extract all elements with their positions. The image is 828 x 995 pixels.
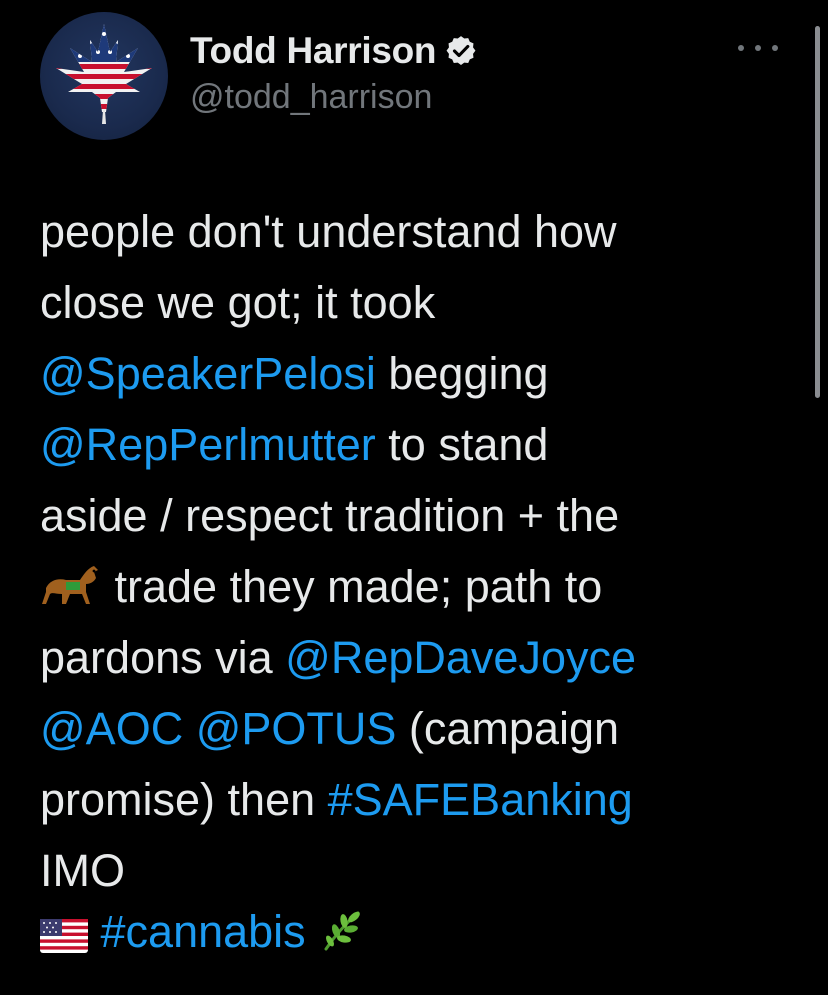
tweet-text-segment: aside / respect tradition + the [40,490,620,541]
more-dot [755,45,761,51]
tweet-line: promise) then #SAFEBanking [40,764,760,835]
tweet-line: pardons via @RepDaveJoyce [40,622,760,693]
tweet-text-segment: IMO [40,845,125,896]
tweet-text-segment: people don't understand how [40,206,617,257]
hashtag-link[interactable]: #SAFEBanking [328,774,633,825]
avatar[interactable] [40,12,168,140]
mention-link[interactable]: @RepPerlmutter [40,419,376,470]
author-handle[interactable]: @todd_harrison [190,78,432,117]
mention-link[interactable]: @AOC [40,703,183,754]
tweet-footer: #cannabis [40,896,364,967]
tweet-text-segment [306,906,319,957]
cannabis-leaf-flag-icon [56,24,152,124]
author-display-name[interactable]: Todd Harrison [190,30,437,72]
tweet-text-segment: pardons via [40,632,286,683]
more-dot [738,45,744,51]
tweet-text-segment [183,703,196,754]
tweet-line: @SpeakerPelosi begging [40,338,760,409]
tweet-text-segment: to stand [375,419,549,470]
scrollbar[interactable] [815,26,820,398]
tweet-text-segment [88,906,101,957]
horse-emoji [40,560,102,608]
verified-badge-icon [444,34,478,68]
tweet-line: trade they made; path to [40,551,760,622]
tweet-line: close we got; it took [40,267,760,338]
mention-link[interactable]: @POTUS [196,703,397,754]
us-flag-emoji [40,919,88,953]
author-name-row: Todd Harrison [190,28,478,74]
tweet-text-segment: (campaign [396,703,620,754]
more-dot [772,45,778,51]
herb-emoji [318,907,364,953]
mention-link[interactable]: @RepDaveJoyce [285,632,636,683]
tweet: Todd Harrison @todd_harrison people don'… [0,0,828,995]
tweet-line: aside / respect tradition + the [40,480,760,551]
tweet-text-segment: promise) then [40,774,328,825]
tweet-text-segment: close we got; it took [40,277,436,328]
tweet-text-segment: trade they made; path to [102,561,603,612]
tweet-text: people don't understand how close we got;… [40,196,760,906]
tweet-line: @AOC @POTUS (campaign [40,693,760,764]
hashtag-link[interactable]: #cannabis [101,906,306,957]
more-options-icon[interactable] [738,36,778,60]
tweet-line: @RepPerlmutter to stand [40,409,760,480]
mention-link[interactable]: @SpeakerPelosi [40,348,376,399]
tweet-text-segment: begging [375,348,549,399]
tweet-line: people don't understand how [40,196,760,267]
